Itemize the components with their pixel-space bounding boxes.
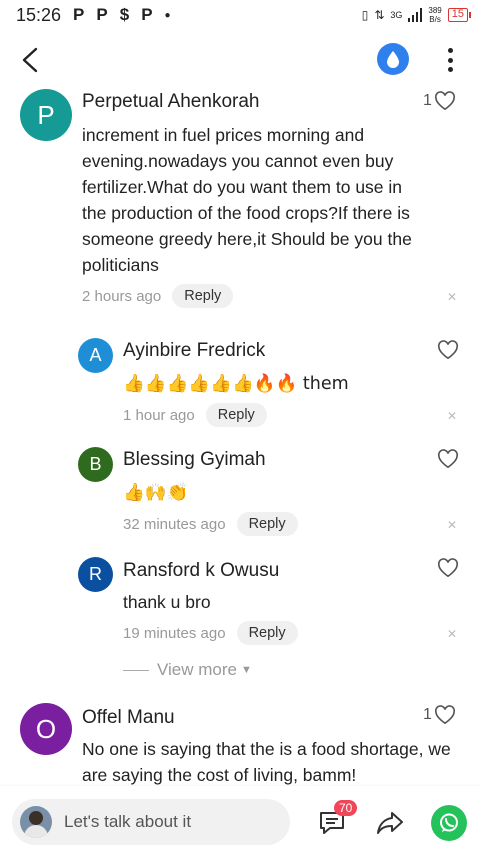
- like-count: 1: [423, 706, 432, 723]
- status-time: 15:26: [16, 4, 62, 25]
- dismiss-icon[interactable]: ✕: [445, 290, 459, 304]
- avatar[interactable]: P: [20, 89, 72, 141]
- vibrate-icon: ▯: [361, 8, 369, 22]
- like-count: 1: [423, 92, 432, 109]
- view-more-label: View more: [157, 660, 237, 679]
- dismiss-icon[interactable]: ✕: [445, 627, 459, 641]
- comment-time: 1 hour ago: [123, 406, 195, 424]
- comment-meta: 1 hour ago Reply: [123, 403, 267, 427]
- notification-app-icon: $: [119, 5, 130, 24]
- comment-author[interactable]: Blessing Gyimah: [123, 449, 266, 471]
- comment-count-badge: 70: [334, 800, 358, 816]
- avatar[interactable]: B: [78, 447, 113, 482]
- comment-author[interactable]: Offel Manu: [82, 707, 175, 729]
- comment-text: No one is saying that the is a food shor…: [82, 739, 451, 785]
- divider-line: [123, 669, 149, 671]
- comment-author[interactable]: Ayinbire Fredrick: [123, 340, 265, 362]
- more-options-icon[interactable]: [440, 46, 460, 74]
- like-control[interactable]: 1: [423, 705, 456, 725]
- share-icon[interactable]: [376, 810, 404, 836]
- comment-author[interactable]: Perpetual Ahenkorah: [82, 91, 259, 113]
- dismiss-icon[interactable]: ✕: [445, 409, 459, 423]
- reply-button[interactable]: Reply: [236, 512, 298, 536]
- comment-time: 19 minutes ago: [123, 624, 226, 642]
- reply-button[interactable]: Reply: [236, 621, 298, 645]
- more-notifications-dot-icon: ●: [164, 9, 171, 21]
- whatsapp-icon: [440, 813, 458, 832]
- comment-meta: 32 minutes ago Reply: [123, 512, 298, 536]
- signal-icon: [408, 8, 423, 22]
- water-drop-button[interactable]: [377, 43, 409, 75]
- comment-meta: 19 minutes ago Reply: [123, 621, 298, 645]
- back-arrow-icon[interactable]: [18, 46, 44, 74]
- notification-app-icon: P: [141, 5, 153, 24]
- comment-text: increment in fuel prices morning and eve…: [82, 125, 412, 275]
- notification-app-icon: P: [73, 5, 85, 24]
- comment-input[interactable]: Let's talk about it: [12, 799, 290, 845]
- data-transfer-icon: ⇅: [374, 8, 385, 22]
- comment-text: 👍🙌👏: [123, 483, 189, 503]
- avatar[interactable]: R: [78, 557, 113, 592]
- network-type: 3G: [390, 10, 403, 20]
- status-indicators: ▯ ⇅ 3G 389 B/s 15: [361, 6, 472, 24]
- comment-author[interactable]: Ransford k Owusu: [123, 560, 279, 582]
- comment-input-placeholder: Let's talk about it: [64, 812, 192, 831]
- reply-button[interactable]: Reply: [172, 284, 234, 308]
- avatar[interactable]: O: [20, 703, 72, 755]
- reply-button[interactable]: Reply: [205, 403, 267, 427]
- comment-text: thank u bro: [123, 592, 211, 612]
- heart-icon[interactable]: [437, 449, 459, 469]
- comment-text: 👍👍👍👍👍👍🔥🔥 them: [123, 374, 349, 394]
- comment-meta: 2 hours ago Reply: [82, 284, 234, 308]
- heart-icon[interactable]: [437, 340, 459, 360]
- status-app-icons: P P $ P ●: [73, 5, 171, 25]
- comment-time: 2 hours ago: [82, 287, 162, 305]
- heart-icon: [434, 705, 455, 725]
- water-drop-icon: [387, 51, 399, 68]
- network-speed: 389 B/s: [428, 6, 442, 24]
- heart-icon[interactable]: [437, 558, 459, 578]
- like-control[interactable]: 1: [423, 91, 456, 111]
- status-bar: 15:26 P P $ P ● ▯ ⇅ 3G 389 B/s 15: [0, 0, 480, 30]
- bottom-bar: Let's talk about it 70: [0, 786, 480, 854]
- view-more-replies[interactable]: View more ▼: [123, 660, 252, 680]
- comment-time: 32 minutes ago: [123, 515, 226, 533]
- heart-icon: [434, 91, 455, 111]
- avatar[interactable]: A: [78, 338, 113, 373]
- user-avatar: [20, 806, 52, 838]
- caret-down-icon: ▼: [241, 664, 252, 676]
- notification-app-icon: P: [96, 5, 108, 24]
- dismiss-icon[interactable]: ✕: [445, 518, 459, 532]
- battery-icon: 15: [447, 8, 472, 22]
- whatsapp-share-button[interactable]: [431, 805, 467, 841]
